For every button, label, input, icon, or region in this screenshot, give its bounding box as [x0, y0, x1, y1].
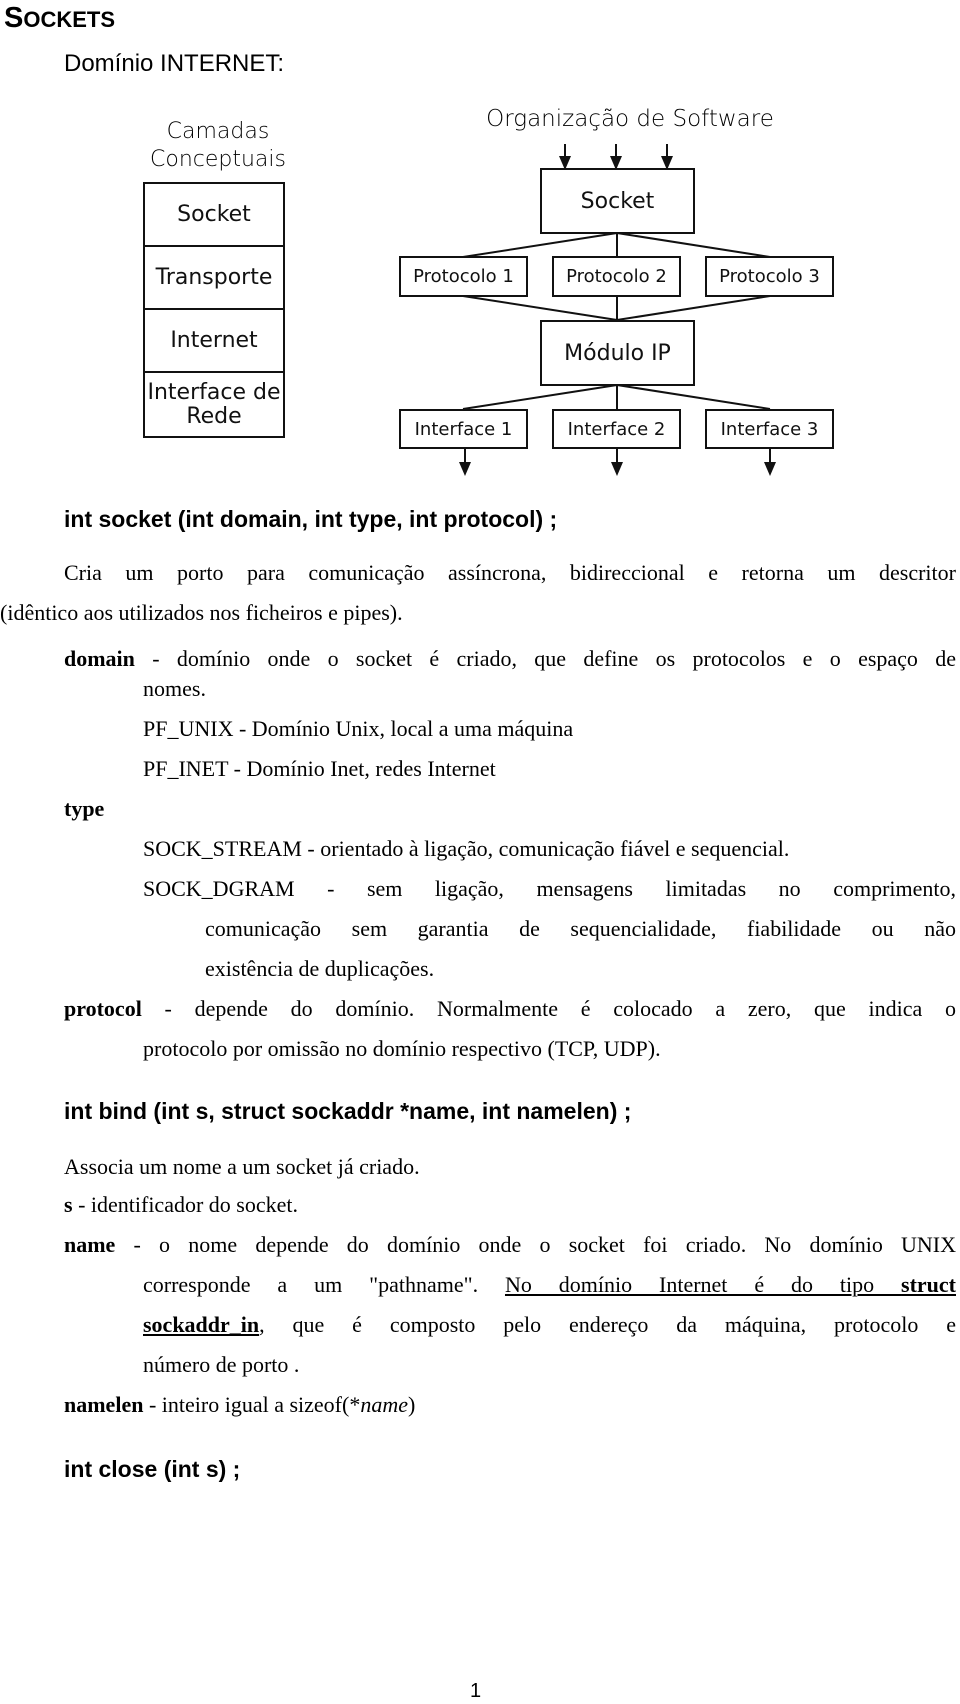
ip-to-iface1 — [462, 384, 618, 410]
param-type: type — [64, 796, 105, 821]
type-option-sock-dgram: SOCK_DGRAM - sem ligação, mensagens limi… — [143, 876, 956, 901]
bind-signature: int bind (int s, struct sockaddr *name, … — [64, 1098, 632, 1124]
param-domain-cont: nomes. — [143, 676, 206, 701]
ip-module-box: Módulo IP — [540, 320, 695, 386]
page-number: 1 — [470, 1680, 482, 1702]
diagram-connectors — [459, 144, 776, 476]
protocol-box-1: Protocolo 1 — [399, 256, 528, 297]
param-name-line3: sockaddr_in, que é composto pelo endereç… — [143, 1312, 956, 1337]
param-name: name - o nome depende do domínio onde o … — [64, 1232, 956, 1257]
param-name-line2: corresponde a um "pathname". No domínio … — [143, 1272, 956, 1297]
type-option-sock-stream: SOCK_STREAM - orientado à ligação, comun… — [143, 836, 790, 861]
ip-to-iface3 — [616, 384, 771, 410]
domain-option-pf-unix: PF_UNIX - Domínio Unix, local a uma máqu… — [143, 716, 574, 741]
param-protocol-cont: protocolo por omissão no domínio respect… — [143, 1036, 661, 1061]
struct-sockaddr-in: sockaddr_in — [143, 1312, 260, 1337]
protocol-box-3: Protocolo 3 — [705, 256, 834, 297]
param-protocol: protocol - depende do domínio. Normalmen… — [64, 996, 956, 1021]
interface-box-3: Interface 3 — [705, 409, 834, 449]
socket-box: Socket — [540, 168, 695, 234]
bind-desc: Associa um nome a um socket já criado. — [64, 1154, 420, 1179]
socket-desc-line1: Cria um porto para comunicação assíncron… — [64, 560, 956, 585]
arrowhead-out-1 — [459, 462, 471, 476]
interface-box-1: Interface 1 — [399, 409, 528, 449]
close-signature: int close (int s) ; — [64, 1456, 241, 1482]
socket-desc-line2: (idêntico aos utilizados nos ficheiros e… — [0, 600, 403, 625]
term-name: name — [64, 1232, 116, 1257]
term-domain: domain — [64, 646, 135, 671]
arrowhead-out-3 — [764, 462, 776, 476]
underlined-note: No domínio Internet é do tipo struct — [504, 1272, 956, 1297]
param-domain: domain - domínio onde o socket é criado,… — [64, 646, 956, 671]
socket-signature: int socket (int domain, int type, int pr… — [64, 506, 558, 532]
param-s: s - identificador do socket. — [64, 1192, 298, 1217]
type-option-sock-dgram-cont: comunicação sem garantia de sequencialid… — [205, 916, 956, 941]
param-namelen: namelen - inteiro igual a sizeof(*name) — [64, 1392, 416, 1417]
param-name-line4: número de porto . — [143, 1352, 300, 1377]
interface-box-2: Interface 2 — [552, 409, 681, 449]
proto1-to-ip — [462, 295, 618, 321]
architecture-diagram: Camadas Conceptuais Socket Transporte In… — [0, 0, 960, 480]
socket-to-proto3 — [616, 232, 771, 258]
protocol-box-2: Protocolo 2 — [552, 256, 681, 297]
proto3-to-ip — [616, 295, 771, 321]
domain-option-pf-inet: PF_INET - Domínio Inet, redes Internet — [143, 756, 496, 781]
term-protocol: protocol — [64, 996, 142, 1021]
socket-to-proto1 — [462, 232, 618, 258]
type-option-sock-dgram-cont2: existência de duplicações. — [205, 956, 435, 981]
arrowhead-out-2 — [611, 462, 623, 476]
